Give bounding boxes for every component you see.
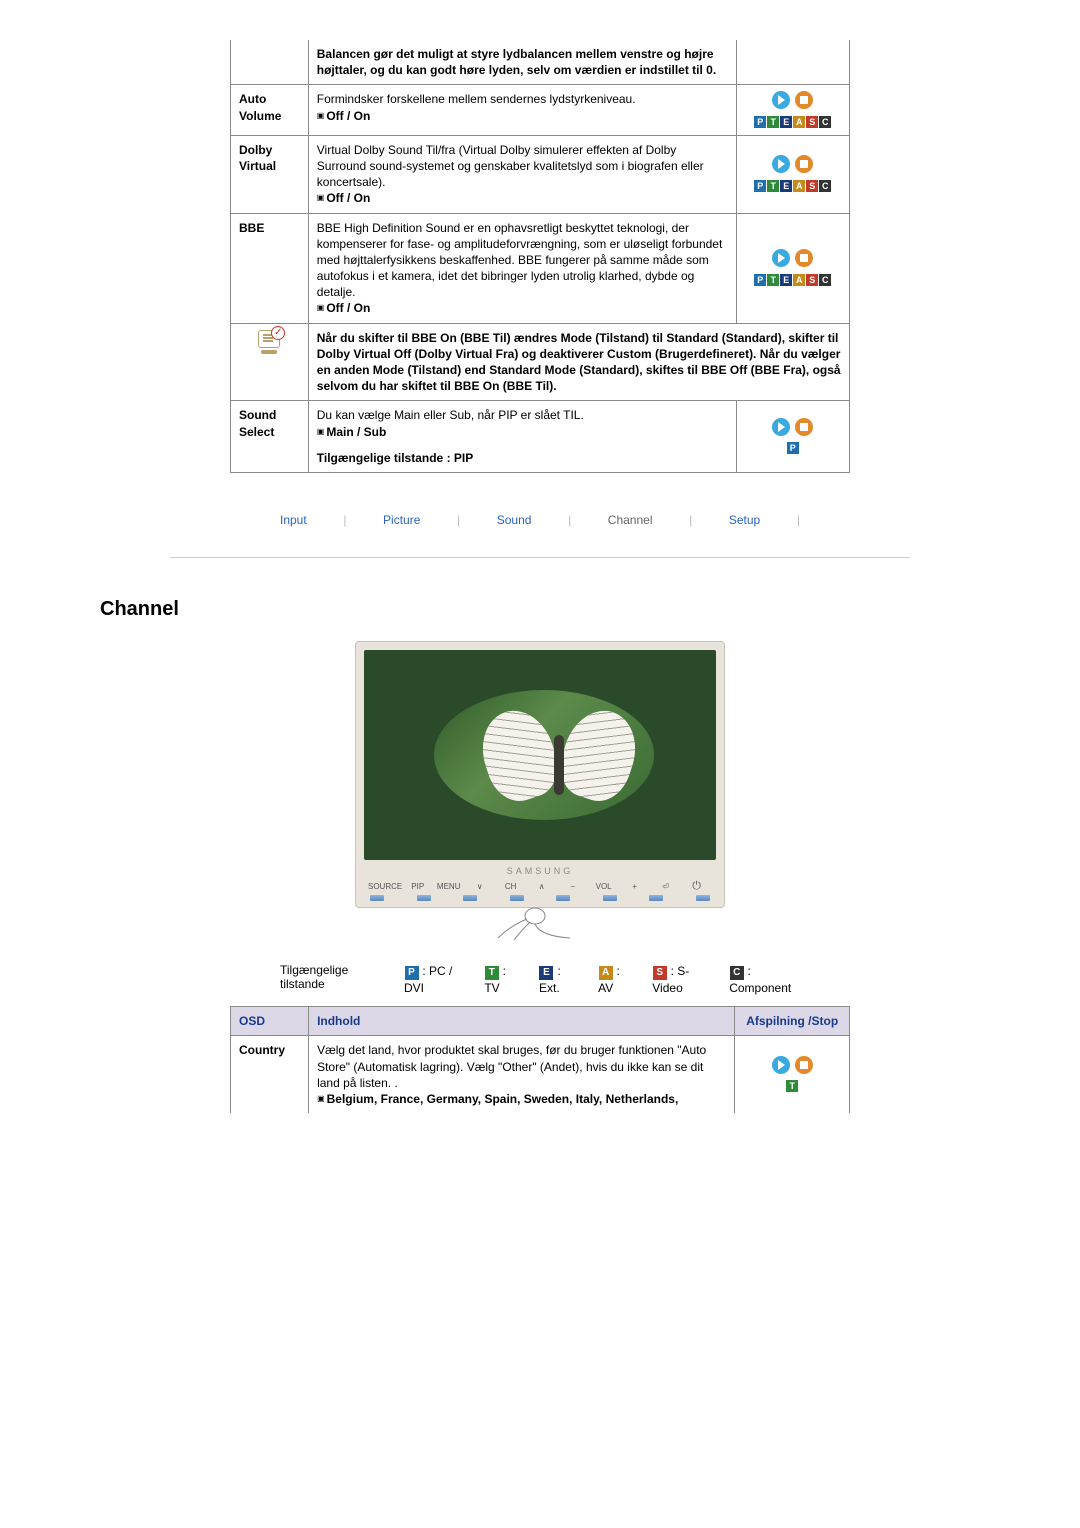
monitor-illustration: SAMSUNG SOURCE PIP MENU ∨ CH ∧ − VOL + ⏎…: [345, 641, 735, 945]
btn-enter[interactable]: ⏎: [650, 882, 681, 891]
section-title: Channel: [100, 598, 980, 621]
divider: [170, 557, 910, 558]
note-icon: ✓: [255, 330, 283, 352]
row-desc: Vælg det land, hvor produktet skal bruge…: [309, 1036, 735, 1113]
mode-chips: PTEASC: [754, 116, 832, 128]
legend-label: Tilgængelige: [280, 963, 348, 977]
hdr-play: Afspilning /Stop: [735, 1007, 850, 1036]
stop-icon[interactable]: [795, 91, 813, 109]
tab-picture[interactable]: Picture: [383, 513, 420, 527]
row-desc: BBE High Definition Sound er en ophavsre…: [308, 213, 736, 323]
monitor-button-row: SOURCE PIP MENU ∨ CH ∧ − VOL + ⏎ ⏻: [364, 878, 716, 893]
btn-ch-down[interactable]: ∨: [464, 882, 495, 891]
play-stop-cell: PTEASC: [736, 85, 849, 135]
stop-icon[interactable]: [795, 249, 813, 267]
hdr-content: Indhold: [309, 1007, 735, 1036]
row-label: Country: [231, 1036, 309, 1113]
cell-empty: [736, 40, 849, 85]
hand-pointer-icon: [480, 904, 600, 942]
play-stop-cell: T: [735, 1036, 850, 1113]
hdr-osd: OSD: [231, 1007, 309, 1036]
section-tabs: Input| Picture| Sound| Channel| Setup|: [280, 513, 800, 527]
row-label: Auto Volume: [231, 85, 309, 135]
play-stop-cell: PTEASC: [736, 213, 849, 323]
btn-source[interactable]: SOURCE: [368, 882, 402, 891]
play-icon[interactable]: [772, 91, 790, 109]
btn-ch: CH: [495, 882, 526, 891]
play-stop-cell: PTEASC: [736, 135, 849, 213]
modes-legend: Tilgængelige tilstande P : PC / DVI T : …: [280, 963, 800, 996]
channel-settings-table: OSD Indhold Afspilning /Stop Country Væl…: [230, 1006, 850, 1113]
play-icon[interactable]: [772, 1056, 790, 1074]
btn-ch-up[interactable]: ∧: [526, 882, 557, 891]
play-icon[interactable]: [772, 418, 790, 436]
sound-settings-table: Balancen gør det muligt at styre lydbala…: [230, 40, 850, 473]
monitor-screen: [364, 650, 716, 860]
balance-note: Balancen gør det muligt at styre lydbala…: [308, 40, 736, 85]
play-icon[interactable]: [772, 249, 790, 267]
play-stop-cell: P: [736, 401, 849, 473]
row-label: Sound Select: [231, 401, 309, 473]
btn-vol: VOL: [588, 882, 619, 891]
row-desc: Du kan vælge Main eller Sub, når PIP er …: [308, 401, 736, 473]
row-label: BBE: [231, 213, 309, 323]
btn-power[interactable]: ⏻: [681, 880, 712, 893]
cell-empty: [231, 40, 309, 85]
stop-icon[interactable]: [795, 155, 813, 173]
row-label: Dolby Virtual: [231, 135, 309, 213]
play-icon[interactable]: [772, 155, 790, 173]
note-icon-cell: ✓: [231, 323, 309, 401]
monitor-brand: SAMSUNG: [364, 866, 716, 876]
tab-input[interactable]: Input: [280, 513, 307, 527]
tab-channel[interactable]: Channel: [608, 513, 653, 527]
stop-icon[interactable]: [795, 1056, 813, 1074]
btn-vol-plus[interactable]: +: [619, 882, 650, 891]
butterfly-image: [484, 705, 634, 815]
row-desc: Formindsker forskellene mellem sendernes…: [308, 85, 736, 135]
btn-menu[interactable]: MENU: [433, 882, 464, 891]
tab-sound[interactable]: Sound: [497, 513, 532, 527]
row-desc: Virtual Dolby Sound Til/fra (Virtual Dol…: [308, 135, 736, 213]
stop-icon[interactable]: [795, 418, 813, 436]
btn-vol-minus[interactable]: −: [557, 882, 588, 891]
btn-pip[interactable]: PIP: [402, 882, 433, 891]
tab-setup[interactable]: Setup: [729, 513, 760, 527]
bbe-note: Når du skifter til BBE On (BBE Til) ændr…: [308, 323, 849, 401]
legend-label: tilstande: [280, 977, 325, 991]
